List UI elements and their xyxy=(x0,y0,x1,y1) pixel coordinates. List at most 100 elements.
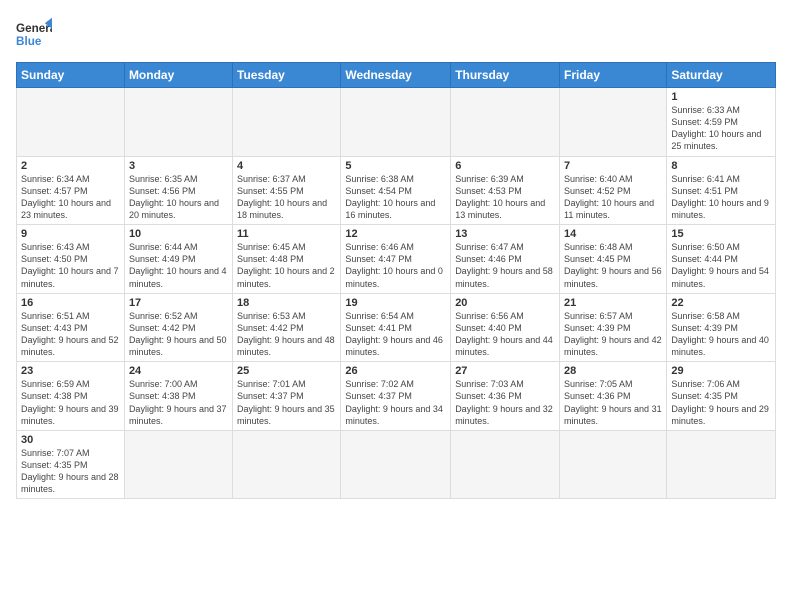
day-info: Sunrise: 6:47 AM Sunset: 4:46 PM Dayligh… xyxy=(455,241,555,290)
day-info: Sunrise: 6:44 AM Sunset: 4:49 PM Dayligh… xyxy=(129,241,228,290)
calendar-cell: 24Sunrise: 7:00 AM Sunset: 4:38 PM Dayli… xyxy=(124,362,232,431)
day-info: Sunrise: 6:48 AM Sunset: 4:45 PM Dayligh… xyxy=(564,241,662,290)
day-info: Sunrise: 7:01 AM Sunset: 4:37 PM Dayligh… xyxy=(237,378,336,427)
day-number: 1 xyxy=(671,91,771,103)
day-number: 10 xyxy=(129,228,228,240)
day-number: 19 xyxy=(345,297,446,309)
calendar-cell: 23Sunrise: 6:59 AM Sunset: 4:38 PM Dayli… xyxy=(17,362,125,431)
calendar-cell xyxy=(451,430,560,499)
day-info: Sunrise: 6:57 AM Sunset: 4:39 PM Dayligh… xyxy=(564,310,662,359)
day-info: Sunrise: 6:52 AM Sunset: 4:42 PM Dayligh… xyxy=(129,310,228,359)
day-info: Sunrise: 7:02 AM Sunset: 4:37 PM Dayligh… xyxy=(345,378,446,427)
weekday-header-tuesday: Tuesday xyxy=(233,63,341,88)
day-number: 14 xyxy=(564,228,662,240)
week-row-5: 30Sunrise: 7:07 AM Sunset: 4:35 PM Dayli… xyxy=(17,430,776,499)
week-row-4: 23Sunrise: 6:59 AM Sunset: 4:38 PM Dayli… xyxy=(17,362,776,431)
weekday-header-sunday: Sunday xyxy=(17,63,125,88)
calendar-cell: 11Sunrise: 6:45 AM Sunset: 4:48 PM Dayli… xyxy=(233,225,341,294)
calendar: SundayMondayTuesdayWednesdayThursdayFrid… xyxy=(16,62,776,499)
day-number: 17 xyxy=(129,297,228,309)
calendar-cell xyxy=(667,430,776,499)
calendar-cell xyxy=(560,430,667,499)
day-info: Sunrise: 6:50 AM Sunset: 4:44 PM Dayligh… xyxy=(671,241,771,290)
weekday-header-friday: Friday xyxy=(560,63,667,88)
day-info: Sunrise: 6:34 AM Sunset: 4:57 PM Dayligh… xyxy=(21,173,120,222)
day-info: Sunrise: 6:56 AM Sunset: 4:40 PM Dayligh… xyxy=(455,310,555,359)
day-info: Sunrise: 6:54 AM Sunset: 4:41 PM Dayligh… xyxy=(345,310,446,359)
calendar-cell xyxy=(341,430,451,499)
day-number: 12 xyxy=(345,228,446,240)
day-info: Sunrise: 6:40 AM Sunset: 4:52 PM Dayligh… xyxy=(564,173,662,222)
day-number: 23 xyxy=(21,365,120,377)
calendar-cell xyxy=(124,430,232,499)
calendar-cell xyxy=(17,88,125,157)
calendar-cell: 26Sunrise: 7:02 AM Sunset: 4:37 PM Dayli… xyxy=(341,362,451,431)
day-number: 22 xyxy=(671,297,771,309)
day-info: Sunrise: 6:45 AM Sunset: 4:48 PM Dayligh… xyxy=(237,241,336,290)
calendar-cell: 5Sunrise: 6:38 AM Sunset: 4:54 PM Daylig… xyxy=(341,156,451,225)
day-number: 25 xyxy=(237,365,336,377)
header: General Blue xyxy=(16,16,776,52)
day-number: 29 xyxy=(671,365,771,377)
day-number: 24 xyxy=(129,365,228,377)
calendar-cell: 14Sunrise: 6:48 AM Sunset: 4:45 PM Dayli… xyxy=(560,225,667,294)
svg-text:Blue: Blue xyxy=(16,35,42,48)
calendar-cell: 18Sunrise: 6:53 AM Sunset: 4:42 PM Dayli… xyxy=(233,293,341,362)
calendar-cell: 28Sunrise: 7:05 AM Sunset: 4:36 PM Dayli… xyxy=(560,362,667,431)
day-info: Sunrise: 7:05 AM Sunset: 4:36 PM Dayligh… xyxy=(564,378,662,427)
weekday-header-monday: Monday xyxy=(124,63,232,88)
calendar-cell: 3Sunrise: 6:35 AM Sunset: 4:56 PM Daylig… xyxy=(124,156,232,225)
calendar-cell xyxy=(341,88,451,157)
calendar-cell: 27Sunrise: 7:03 AM Sunset: 4:36 PM Dayli… xyxy=(451,362,560,431)
calendar-cell: 21Sunrise: 6:57 AM Sunset: 4:39 PM Dayli… xyxy=(560,293,667,362)
day-info: Sunrise: 6:43 AM Sunset: 4:50 PM Dayligh… xyxy=(21,241,120,290)
calendar-cell: 13Sunrise: 6:47 AM Sunset: 4:46 PM Dayli… xyxy=(451,225,560,294)
calendar-cell: 17Sunrise: 6:52 AM Sunset: 4:42 PM Dayli… xyxy=(124,293,232,362)
day-info: Sunrise: 7:00 AM Sunset: 4:38 PM Dayligh… xyxy=(129,378,228,427)
calendar-cell: 22Sunrise: 6:58 AM Sunset: 4:39 PM Dayli… xyxy=(667,293,776,362)
calendar-cell: 16Sunrise: 6:51 AM Sunset: 4:43 PM Dayli… xyxy=(17,293,125,362)
weekday-header-saturday: Saturday xyxy=(667,63,776,88)
day-number: 21 xyxy=(564,297,662,309)
day-number: 27 xyxy=(455,365,555,377)
day-info: Sunrise: 6:51 AM Sunset: 4:43 PM Dayligh… xyxy=(21,310,120,359)
weekday-header-thursday: Thursday xyxy=(451,63,560,88)
calendar-cell: 7Sunrise: 6:40 AM Sunset: 4:52 PM Daylig… xyxy=(560,156,667,225)
day-info: Sunrise: 7:07 AM Sunset: 4:35 PM Dayligh… xyxy=(21,447,120,496)
day-info: Sunrise: 7:03 AM Sunset: 4:36 PM Dayligh… xyxy=(455,378,555,427)
day-info: Sunrise: 6:53 AM Sunset: 4:42 PM Dayligh… xyxy=(237,310,336,359)
weekday-header-wednesday: Wednesday xyxy=(341,63,451,88)
calendar-cell: 12Sunrise: 6:46 AM Sunset: 4:47 PM Dayli… xyxy=(341,225,451,294)
calendar-cell: 10Sunrise: 6:44 AM Sunset: 4:49 PM Dayli… xyxy=(124,225,232,294)
calendar-cell: 20Sunrise: 6:56 AM Sunset: 4:40 PM Dayli… xyxy=(451,293,560,362)
day-number: 30 xyxy=(21,434,120,446)
calendar-cell xyxy=(451,88,560,157)
page: General Blue SundayMondayTuesdayWednesda… xyxy=(0,0,792,612)
day-info: Sunrise: 6:41 AM Sunset: 4:51 PM Dayligh… xyxy=(671,173,771,222)
logo-icon: General Blue xyxy=(16,16,52,52)
week-row-1: 2Sunrise: 6:34 AM Sunset: 4:57 PM Daylig… xyxy=(17,156,776,225)
day-info: Sunrise: 6:58 AM Sunset: 4:39 PM Dayligh… xyxy=(671,310,771,359)
calendar-cell xyxy=(124,88,232,157)
calendar-cell: 4Sunrise: 6:37 AM Sunset: 4:55 PM Daylig… xyxy=(233,156,341,225)
day-info: Sunrise: 6:38 AM Sunset: 4:54 PM Dayligh… xyxy=(345,173,446,222)
logo: General Blue xyxy=(16,16,52,52)
day-number: 2 xyxy=(21,160,120,172)
day-number: 26 xyxy=(345,365,446,377)
calendar-cell: 19Sunrise: 6:54 AM Sunset: 4:41 PM Dayli… xyxy=(341,293,451,362)
calendar-cell: 1Sunrise: 6:33 AM Sunset: 4:59 PM Daylig… xyxy=(667,88,776,157)
calendar-cell: 2Sunrise: 6:34 AM Sunset: 4:57 PM Daylig… xyxy=(17,156,125,225)
day-number: 5 xyxy=(345,160,446,172)
calendar-cell xyxy=(560,88,667,157)
day-info: Sunrise: 7:06 AM Sunset: 4:35 PM Dayligh… xyxy=(671,378,771,427)
calendar-cell: 29Sunrise: 7:06 AM Sunset: 4:35 PM Dayli… xyxy=(667,362,776,431)
day-info: Sunrise: 6:59 AM Sunset: 4:38 PM Dayligh… xyxy=(21,378,120,427)
day-info: Sunrise: 6:35 AM Sunset: 4:56 PM Dayligh… xyxy=(129,173,228,222)
calendar-cell: 25Sunrise: 7:01 AM Sunset: 4:37 PM Dayli… xyxy=(233,362,341,431)
day-info: Sunrise: 6:46 AM Sunset: 4:47 PM Dayligh… xyxy=(345,241,446,290)
day-number: 18 xyxy=(237,297,336,309)
day-number: 6 xyxy=(455,160,555,172)
week-row-2: 9Sunrise: 6:43 AM Sunset: 4:50 PM Daylig… xyxy=(17,225,776,294)
week-row-0: 1Sunrise: 6:33 AM Sunset: 4:59 PM Daylig… xyxy=(17,88,776,157)
calendar-cell: 9Sunrise: 6:43 AM Sunset: 4:50 PM Daylig… xyxy=(17,225,125,294)
